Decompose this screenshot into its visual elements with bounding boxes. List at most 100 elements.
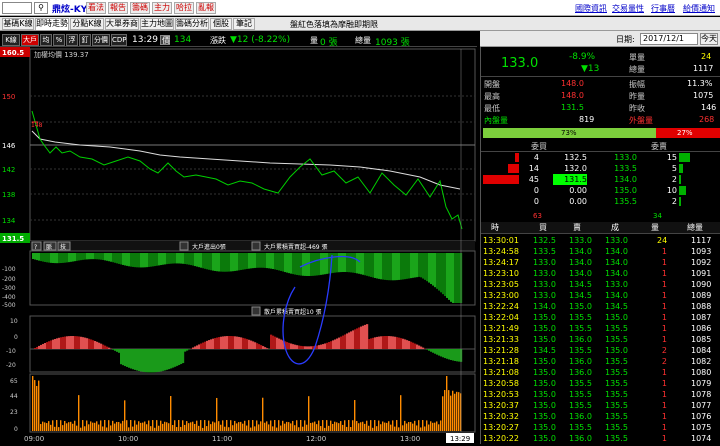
intl-info-link[interactable]: 國際資訊 bbox=[575, 3, 607, 14]
price-alert-link[interactable]: 給價通知 bbox=[683, 3, 715, 14]
big-axis-100: -100 bbox=[2, 266, 16, 273]
date-picker[interactable]: 2017/12/1 bbox=[640, 33, 698, 45]
price-dist-toggle[interactable]: 分價 bbox=[92, 34, 110, 46]
tab-big-broker[interactable]: 大單券商 bbox=[105, 18, 139, 30]
big-holder-bar bbox=[62, 253, 64, 263]
average-toggle[interactable]: 均 bbox=[40, 34, 52, 46]
retail-bar bbox=[266, 348, 268, 349]
trade-volume: 1 bbox=[657, 433, 667, 444]
volume-bar bbox=[190, 422, 191, 431]
volume-bar bbox=[172, 425, 173, 431]
tab-basic-kline[interactable]: 基碼K線 bbox=[2, 18, 34, 30]
volume-bar bbox=[226, 420, 227, 431]
big-holder-bar bbox=[264, 253, 266, 268]
ask-volume: 5 bbox=[661, 163, 677, 174]
trade-ask: 136.0 bbox=[569, 411, 592, 422]
trade-bid: 135.0 bbox=[533, 323, 556, 334]
trade-bid: 134.5 bbox=[533, 345, 556, 356]
change-label: 漲跌 bbox=[210, 35, 226, 46]
retail-bar bbox=[124, 349, 126, 366]
volume-bar bbox=[254, 426, 255, 431]
trade-ask: 134.0 bbox=[569, 246, 592, 257]
volume-bar bbox=[326, 420, 327, 431]
opinion-button[interactable]: 看法 bbox=[86, 2, 106, 14]
volume-bar bbox=[294, 425, 295, 431]
ask-price: 135.5 bbox=[609, 196, 637, 207]
retail-bar bbox=[178, 349, 180, 365]
retail-axis-0: 0 bbox=[14, 334, 18, 341]
tab-branch-kline[interactable]: 分點K線 bbox=[70, 18, 104, 30]
trade-total: 1087 bbox=[691, 312, 711, 323]
tab-major-map[interactable]: 主力地圖 bbox=[140, 18, 174, 30]
trade-bid: 133.0 bbox=[533, 257, 556, 268]
volume-bar bbox=[166, 422, 167, 431]
big-holder-bar bbox=[358, 253, 360, 274]
x-tick-1200: 12:00 bbox=[306, 435, 326, 443]
bigholder-toggle[interactable]: 大戶 bbox=[21, 34, 39, 46]
volume-link[interactable]: 交易量性 bbox=[612, 3, 644, 14]
retail-bar bbox=[200, 344, 202, 349]
ask-volume: 15 bbox=[661, 152, 677, 163]
big-holder-bar bbox=[80, 253, 82, 260]
calendar-link[interactable]: 行事曆 bbox=[651, 3, 675, 14]
trade-row: 13:20:58135.0135.5135.511079 bbox=[481, 378, 720, 389]
chips-button[interactable]: 籌碼 bbox=[130, 2, 150, 14]
percent-toggle[interactable]: % bbox=[53, 34, 65, 46]
kline-toggle[interactable]: K線 bbox=[2, 34, 20, 46]
report-button[interactable]: 報告 bbox=[108, 2, 128, 14]
rumor-button[interactable]: 亂報 bbox=[196, 2, 216, 14]
big-holder-bar bbox=[272, 253, 274, 269]
retail-bar bbox=[58, 338, 60, 349]
help-button[interactable]: ? bbox=[34, 244, 37, 251]
big-holder-bar bbox=[380, 253, 382, 279]
symbol-input[interactable] bbox=[2, 2, 32, 14]
tab-notes[interactable]: 筆記 bbox=[233, 18, 255, 30]
trade-ticker[interactable]: 時 買 賣 成 量 總量 13:30:01132.5133.0133.02411… bbox=[481, 222, 720, 444]
intraday-chart[interactable]: 148 160.5 150 146 142 138 134 131.5 加權均價… bbox=[0, 47, 477, 444]
retail-bar bbox=[400, 338, 402, 349]
trade-time: 13:21:08 bbox=[483, 367, 519, 378]
tab-realtime[interactable]: 即時走勢 bbox=[35, 18, 69, 30]
trade-deal: 135.5 bbox=[605, 334, 628, 345]
volume-bar bbox=[338, 423, 339, 431]
high-value: 148.0 bbox=[561, 91, 584, 100]
retail-bar bbox=[180, 349, 182, 364]
volume-bar bbox=[266, 421, 267, 431]
trade-row: 13:23:10133.0134.0134.011091 bbox=[481, 268, 720, 279]
trade-deal: 135.5 bbox=[605, 389, 628, 400]
big-holder-bar bbox=[412, 253, 414, 278]
big-holder-bar bbox=[42, 253, 44, 262]
chat-button[interactable]: 哈拉 bbox=[174, 2, 194, 14]
retail-bar bbox=[432, 349, 434, 353]
big-holder-bar bbox=[60, 253, 62, 263]
tab-chip-analysis[interactable]: 籌碼分析 bbox=[175, 18, 209, 30]
pin-toggle[interactable]: 釘 bbox=[79, 34, 91, 46]
volume-bar bbox=[68, 422, 69, 431]
search-icon[interactable]: ⚲ bbox=[34, 2, 48, 14]
cdp-toggle[interactable]: CDP bbox=[111, 34, 127, 46]
trade-volume: 1 bbox=[657, 389, 667, 400]
trade-ask: 134.5 bbox=[569, 279, 592, 290]
trade-total: 1088 bbox=[691, 301, 711, 312]
volume-bar bbox=[214, 422, 215, 431]
big-holder-bar bbox=[348, 253, 350, 272]
tab-stock[interactable]: 個股 bbox=[210, 18, 232, 30]
retail-bar bbox=[336, 339, 338, 349]
retail-bar bbox=[126, 349, 128, 367]
big-holder-bar bbox=[302, 253, 304, 276]
volume-bar bbox=[44, 422, 45, 431]
major-button[interactable]: 主力 bbox=[152, 2, 172, 14]
big-holder-bar bbox=[86, 253, 88, 259]
volume-bar bbox=[292, 421, 293, 431]
today-button[interactable]: 今天 bbox=[700, 33, 718, 45]
retail-bar bbox=[244, 338, 246, 349]
big-holder-bar bbox=[182, 253, 184, 264]
volume-bar bbox=[414, 421, 415, 431]
tech-button[interactable]: 技 bbox=[60, 243, 66, 251]
float-toggle[interactable]: 浮 bbox=[66, 34, 78, 46]
volume-bar bbox=[388, 421, 389, 431]
retail-bar bbox=[84, 338, 86, 349]
retail-bar bbox=[346, 333, 348, 349]
avg-price-label: 加權均價 139.37 bbox=[34, 50, 89, 59]
pulse-button[interactable]: 脈 bbox=[46, 243, 52, 251]
